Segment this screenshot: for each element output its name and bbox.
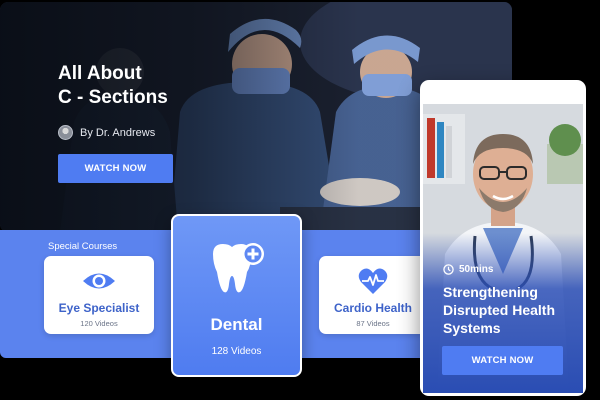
author-name: By Dr. Andrews [80, 126, 156, 139]
course-title: Eye Specialist [58, 301, 140, 315]
tooth-plus-icon [207, 240, 267, 301]
featured-video-title: Strengthening Disrupted Health Systems [443, 284, 556, 336]
featured-video-screen: 50mins Strengthening Disrupted Health Sy… [423, 104, 583, 393]
clock-icon [443, 264, 454, 275]
author-avatar [58, 125, 73, 140]
featured-video-card[interactable]: 50mins Strengthening Disrupted Health Sy… [420, 80, 586, 396]
course-card-cardio-health[interactable]: Cardio Health 87 Videos [319, 256, 427, 334]
author-row: By Dr. Andrews [58, 125, 155, 140]
course-video-count: 128 Videos [211, 346, 262, 357]
course-card-eye-specialist[interactable]: Eye Specialist 120 Videos [44, 256, 154, 334]
course-video-count: 120 Videos [80, 319, 118, 328]
app-canvas: All About C - Sections By Dr. Andrews WA… [0, 0, 600, 400]
video-duration: 50mins [443, 264, 493, 275]
heart-pulse-icon [358, 268, 388, 294]
hero-watch-now-button[interactable]: WATCH NOW [58, 154, 173, 183]
course-video-count: 87 Videos [356, 319, 390, 328]
duration-text: 50mins [459, 264, 494, 275]
course-title: Dental [210, 315, 263, 334]
featured-watch-now-button[interactable]: WATCH NOW [442, 346, 563, 375]
special-courses-label: Special Courses [48, 241, 118, 252]
eye-icon [81, 269, 117, 293]
course-card-dental[interactable]: Dental 128 Videos [171, 214, 302, 377]
course-title: Cardio Health [333, 301, 412, 315]
hero-title: All About C - Sections [58, 63, 168, 108]
